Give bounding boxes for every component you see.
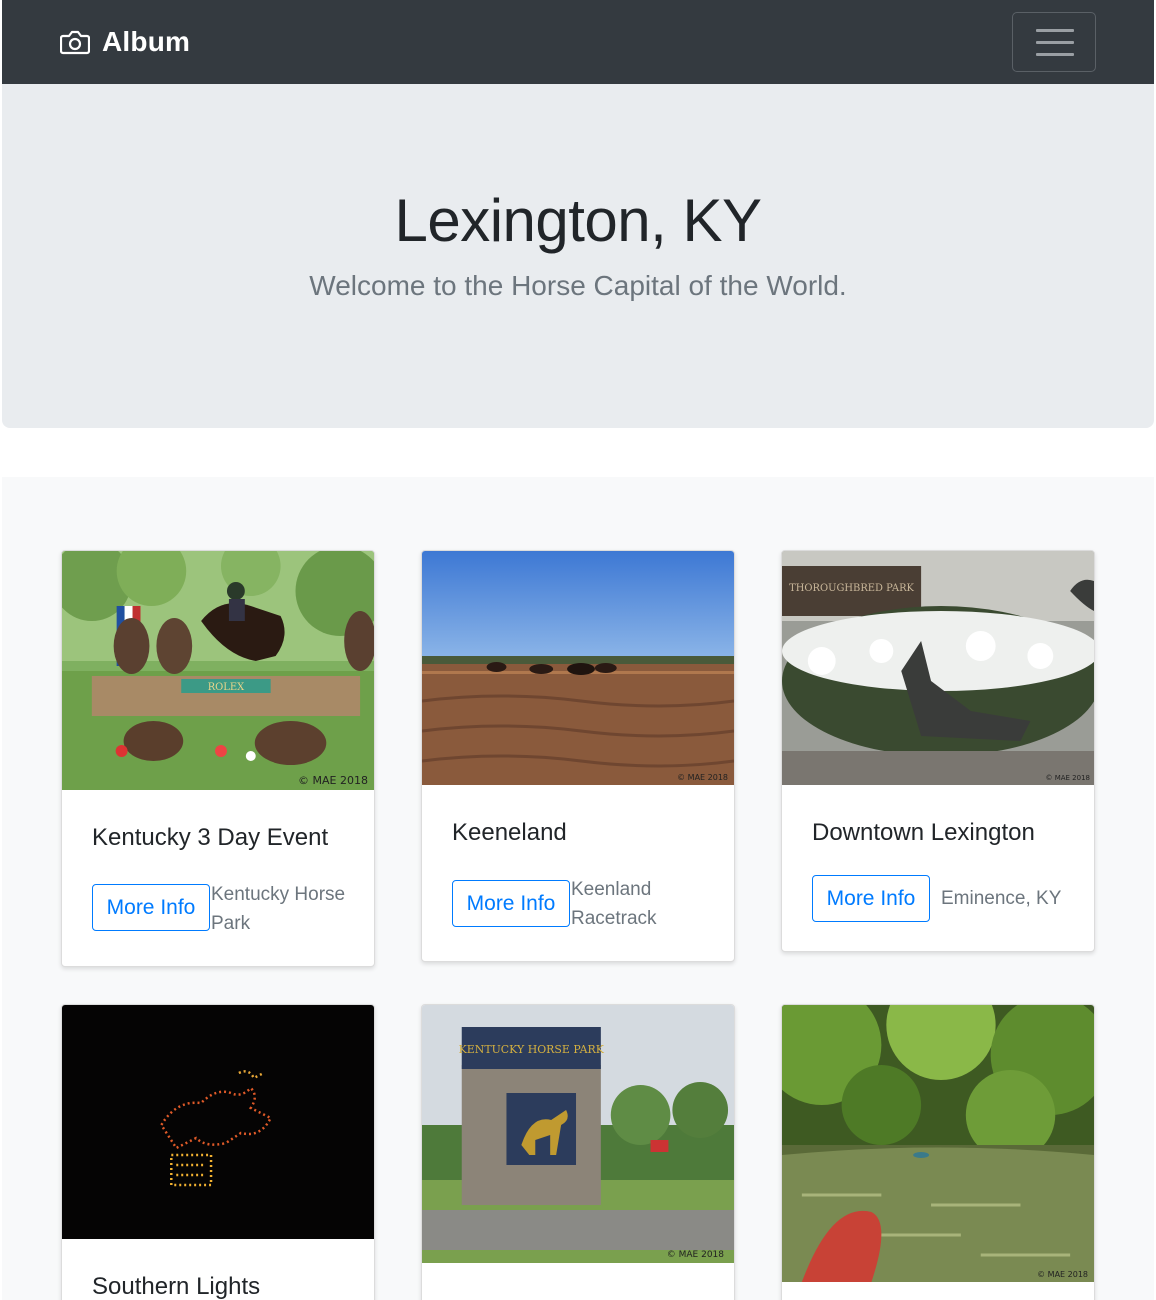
card-title: Southern Lights (92, 1273, 261, 1300)
album-card: © MAE 2018 (781, 1004, 1095, 1300)
photo-credit: © MAE 2018 (677, 773, 728, 782)
card-location: Eminence, KY (941, 888, 1062, 909)
photo-credit: © MAE 2018 (666, 1250, 724, 1260)
album-card: KENTUCKY HORSE PARK © MAE 2018 (421, 1004, 735, 1300)
horse-park-sign-text: KENTUCKY HORSE PARK (459, 1043, 605, 1056)
card-image-keeneland: © MAE 2018 (422, 551, 734, 785)
camera-icon (60, 30, 90, 55)
card-image-southern-lights (62, 1005, 374, 1239)
photo-credit: © MAE 2018 (1045, 774, 1090, 782)
card-image-kentucky-3-day-event: ROLEX © MAE 2018 (62, 551, 374, 790)
card-title: Downtown Lexington (812, 819, 1035, 846)
card-location: Kentucky Horse Park (211, 884, 346, 934)
album-card: © MAE 2018 Keeneland More Info Keenland … (421, 550, 735, 962)
album-card: Southern Lights (61, 1004, 375, 1300)
photo-credit: © MAE 2018 (298, 774, 368, 787)
hero-lead: Welcome to the Horse Capital of the Worl… (309, 270, 847, 301)
card-image-kentucky-horse-park: KENTUCKY HORSE PARK © MAE 2018 (422, 1005, 734, 1263)
album-card: THOROUGHBRED PARK © MAE 2018 Downtown Le… (781, 550, 1095, 952)
album-card: ROLEX © MAE 2018 Kentucky 3 Day Event Mo… (61, 550, 375, 967)
more-info-button[interactable]: More Info (452, 880, 570, 927)
navbar: Album (2, 0, 1154, 84)
more-info-button[interactable]: More Info (92, 884, 210, 931)
hero-jumbotron: Lexington, KY Welcome to the Horse Capit… (2, 84, 1154, 428)
card-title: Kentucky 3 Day Event (92, 824, 329, 851)
brand-label: Album (102, 26, 191, 57)
navbar-toggler-button[interactable] (1012, 12, 1096, 72)
hamburger-menu-icon (1036, 29, 1074, 32)
card-image-downtown-lexington: THOROUGHBRED PARK © MAE 2018 (782, 551, 1094, 785)
park-sign-text: THOROUGHBRED PARK (789, 583, 914, 594)
more-info-button[interactable]: More Info (812, 875, 930, 922)
card-image-kayak-creek: © MAE 2018 (782, 1005, 1094, 1282)
navbar-brand[interactable]: Album (60, 22, 190, 62)
card-location: Keenland Racetrack (571, 879, 657, 929)
photo-credit: © MAE 2018 (1037, 1270, 1088, 1279)
album-grid: ROLEX © MAE 2018 Kentucky 3 Day Event Mo… (2, 477, 1154, 1300)
card-title: Keeneland (452, 819, 567, 846)
rolex-sign-text: ROLEX (208, 682, 245, 693)
hero-title: Lexington, KY (394, 187, 762, 254)
